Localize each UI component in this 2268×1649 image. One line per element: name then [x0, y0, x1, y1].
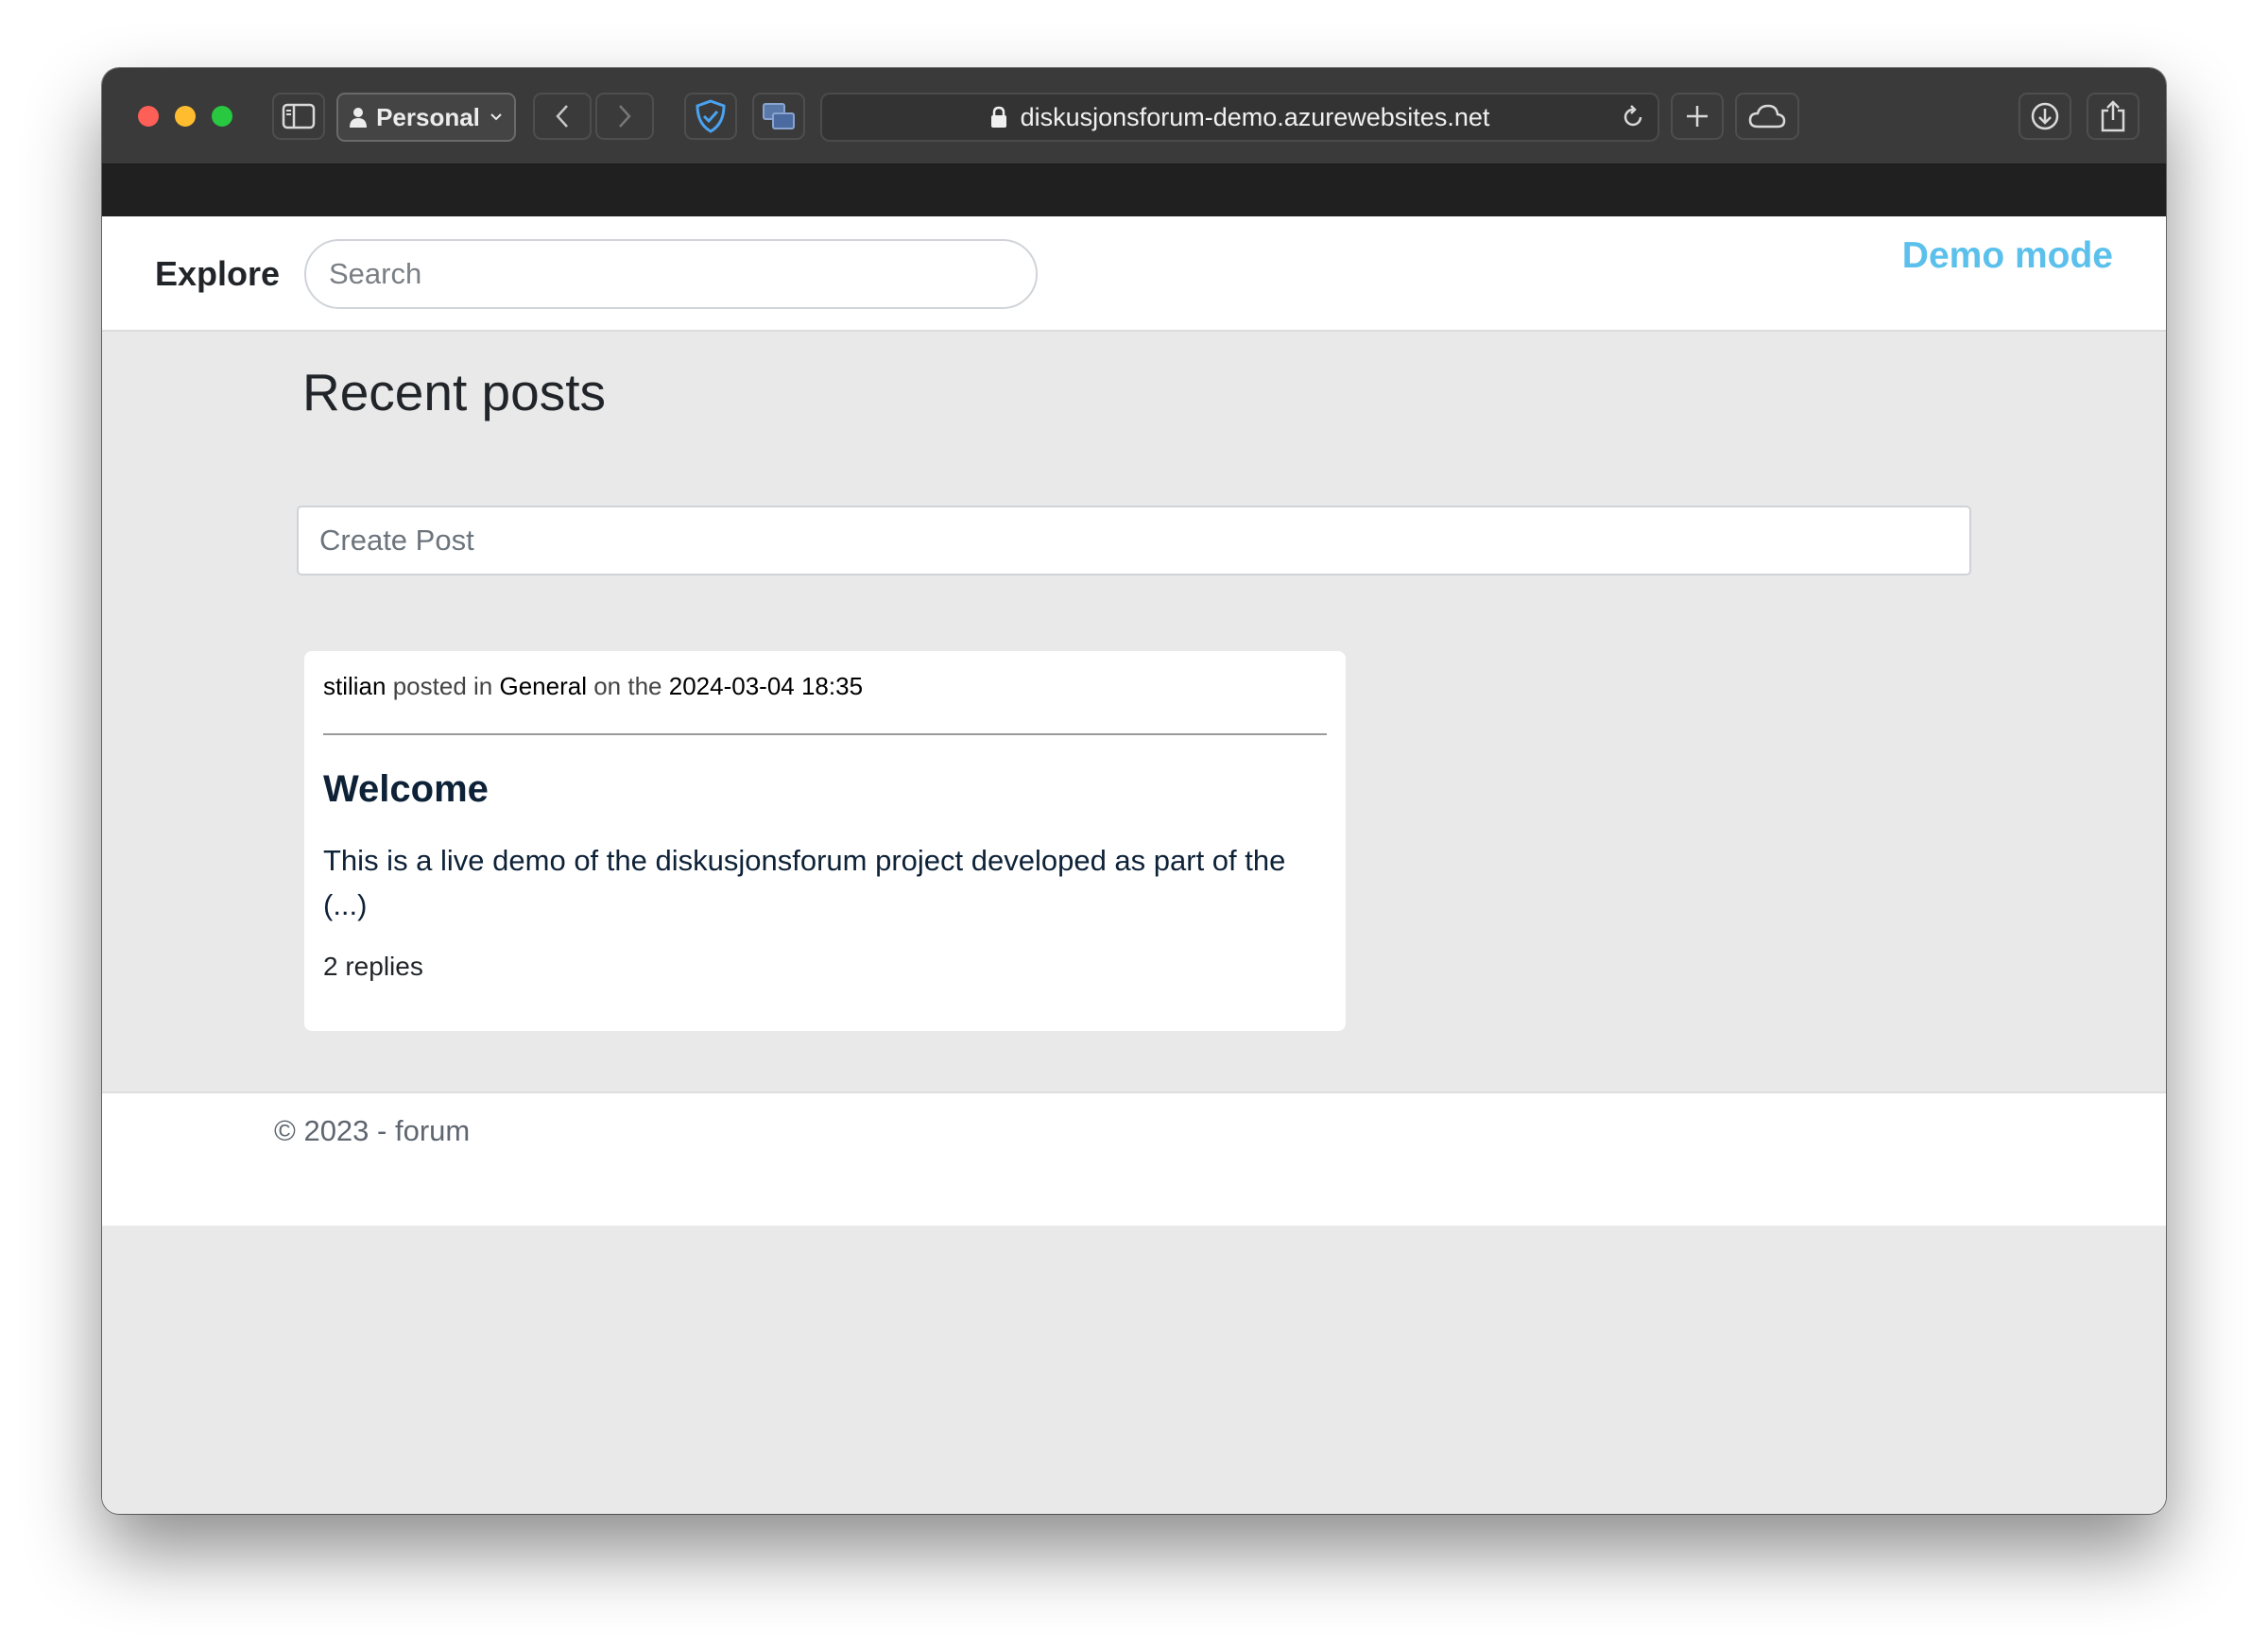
browser-toolbar: Personal diskusjonsforum-demo.azurewebsi… — [102, 68, 2166, 164]
shield-icon — [695, 99, 727, 133]
footer-copyright: © 2023 - forum — [274, 1114, 471, 1147]
address-bar[interactable]: diskusjonsforum-demo.azurewebsites.net — [820, 93, 1659, 142]
web-page: Explore Demo mode Recent posts Create Po… — [102, 216, 2166, 1514]
post-card[interactable]: stilian posted in General on the 2024-03… — [304, 651, 1346, 1031]
post-replies-count[interactable]: 2 replies — [323, 952, 423, 982]
back-button[interactable] — [533, 93, 592, 140]
icloud-tabs-button[interactable] — [1735, 93, 1799, 140]
cloud-icon — [1748, 104, 1786, 129]
tab-strip — [102, 164, 2166, 216]
tab-overview-button[interactable] — [752, 93, 805, 140]
sidebar-toggle-button[interactable] — [272, 93, 325, 140]
share-icon — [2100, 99, 2126, 133]
post-title[interactable]: Welcome — [323, 768, 489, 811]
post-author-link[interactable]: stilian — [323, 672, 386, 700]
plus-icon — [1684, 103, 1710, 129]
forward-icon — [617, 103, 632, 129]
sidebar-icon — [282, 103, 316, 129]
page-title: Recent posts — [302, 363, 607, 421]
create-post-input[interactable]: Create Post — [297, 506, 1971, 575]
person-icon — [350, 107, 368, 128]
download-icon — [2030, 101, 2060, 131]
back-icon — [555, 103, 570, 129]
site-brand-explore[interactable]: Explore — [155, 254, 280, 294]
forward-button[interactable] — [595, 93, 654, 140]
privacy-extension-button[interactable] — [684, 93, 737, 140]
profile-label: Personal — [376, 102, 480, 131]
close-window-button[interactable] — [138, 106, 159, 127]
demo-mode-link[interactable]: Demo mode — [1902, 235, 2113, 277]
profile-selector[interactable]: Personal — [336, 93, 516, 142]
address-bar-url: diskusjonsforum-demo.azurewebsites.net — [1020, 102, 1490, 131]
site-footer: © 2023 - forum — [102, 1091, 2166, 1226]
lock-icon — [990, 106, 1007, 129]
post-excerpt: This is a live demo of the diskusjonsfor… — [323, 844, 1286, 921]
post-date: 2024-03-04 18:35 — [668, 672, 864, 700]
minimize-window-button[interactable] — [175, 106, 196, 127]
browser-window: Personal diskusjonsforum-demo.azurewebsi… — [102, 68, 2166, 1514]
search-input[interactable] — [304, 239, 1038, 309]
post-divider — [323, 733, 1327, 735]
zoom-window-button[interactable] — [212, 106, 232, 127]
chevron-down-icon — [490, 112, 503, 122]
site-navbar: Explore Demo mode — [102, 216, 2166, 332]
windows-icon — [762, 102, 796, 130]
post-category-link[interactable]: General — [499, 672, 587, 700]
share-button[interactable] — [2087, 93, 2139, 140]
post-meta-posted-in: posted in — [392, 672, 493, 700]
reload-icon[interactable] — [1620, 104, 1646, 137]
downloads-button[interactable] — [2019, 93, 2071, 140]
post-meta: stilian posted in General on the 2024-03… — [323, 672, 863, 701]
new-tab-button[interactable] — [1671, 93, 1724, 140]
post-meta-on-the: on the — [593, 672, 662, 700]
